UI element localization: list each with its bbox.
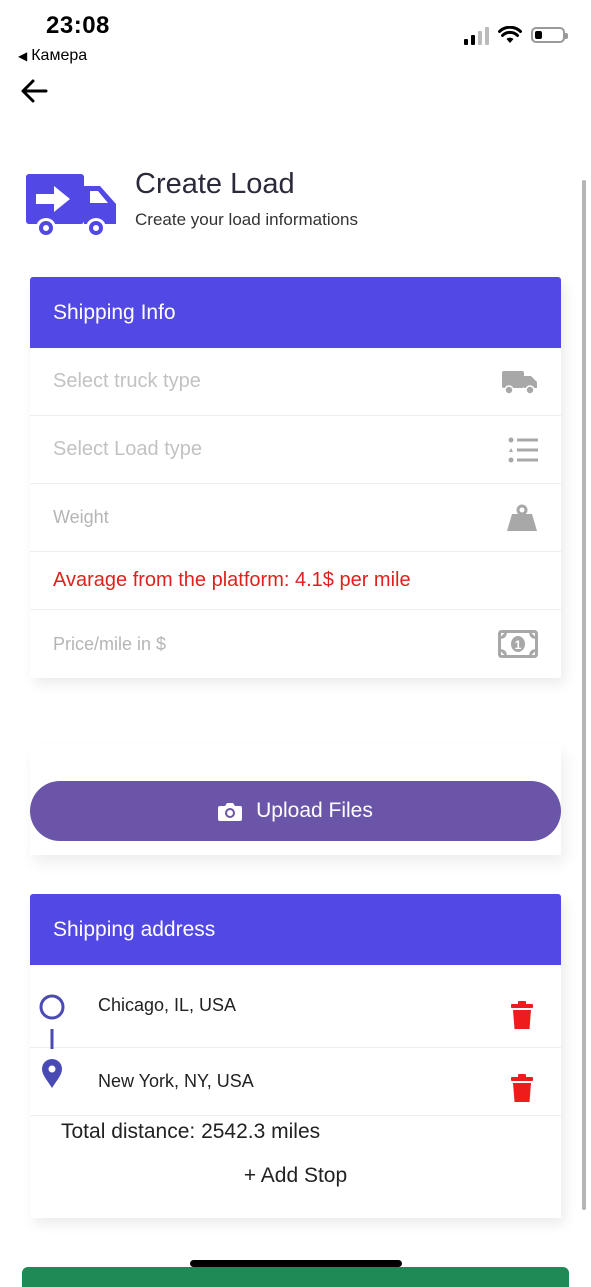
wifi-icon <box>498 26 522 43</box>
total-distance: Total distance: 2542.3 miles <box>61 1120 321 1143</box>
back-triangle-icon: ◀ <box>18 49 28 63</box>
battery-icon <box>531 27 568 43</box>
weight-input[interactable]: Weight <box>30 484 561 552</box>
upload-files-label: Upload Files <box>256 799 373 822</box>
back-arrow-icon[interactable] <box>18 76 50 108</box>
shipping-info-card: Shipping Info Select truck type Select L… <box>30 277 561 678</box>
upload-files-button[interactable]: Upload Files <box>30 781 561 841</box>
stop-row[interactable]: Chicago, IL, USA <box>30 965 561 1048</box>
signal-icon <box>464 25 489 45</box>
truck-type-select[interactable]: Select truck type <box>30 348 561 416</box>
weight-icon <box>507 504 537 531</box>
list-icon <box>508 437 538 462</box>
average-price-notice: Avarage from the platform: 4.1$ per mile <box>30 552 561 610</box>
load-type-select[interactable]: Select Load type <box>30 416 561 484</box>
delete-trash-icon[interactable] <box>511 1001 533 1029</box>
load-type-placeholder: Select Load type <box>53 438 202 460</box>
truck-type-placeholder: Select truck type <box>53 370 201 392</box>
price-per-mile-placeholder: Price/mile in $ <box>53 633 167 654</box>
home-indicator[interactable] <box>190 1260 402 1267</box>
svg-text:1: 1 <box>515 638 522 652</box>
scrollbar[interactable] <box>582 180 586 1210</box>
stop-address: Chicago, IL, USA <box>98 995 237 1015</box>
add-stop-button[interactable]: + Add Stop <box>30 1160 561 1218</box>
truck-icon <box>502 370 537 395</box>
camera-icon <box>218 803 243 821</box>
page-header: Create Load Create your load information… <box>26 168 566 248</box>
page-title: Create Load <box>135 168 295 200</box>
delete-trash-icon[interactable] <box>511 1073 533 1102</box>
back-app-label: Камера <box>31 47 88 64</box>
create-load-button[interactable] <box>22 1267 569 1287</box>
status-time: 23:08 <box>46 12 110 39</box>
page-subtitle: Create your load informations <box>135 210 359 229</box>
money-bill-icon: 1 <box>498 630 538 658</box>
stop-row[interactable]: New York, NY, USA <box>30 1048 561 1116</box>
shipping-address-card: Shipping address Chicago, IL, USA New Yo… <box>30 894 561 1218</box>
shipping-info-header: Shipping Info <box>30 277 561 348</box>
price-per-mile-input[interactable]: Price/mile in $ 1 <box>30 610 561 678</box>
route-line-icon <box>39 994 65 1088</box>
weight-placeholder: Weight <box>53 507 109 527</box>
back-to-app-link[interactable]: ◀ Камера <box>18 47 87 65</box>
shipping-address-header: Shipping address <box>30 894 561 965</box>
stop-address: New York, NY, USA <box>98 1071 254 1091</box>
status-bar: 23:08 ◀ Камера <box>0 0 591 70</box>
system-icons <box>464 25 568 45</box>
truck-logo-icon <box>26 174 116 238</box>
upload-section: Upload Files <box>30 745 561 855</box>
